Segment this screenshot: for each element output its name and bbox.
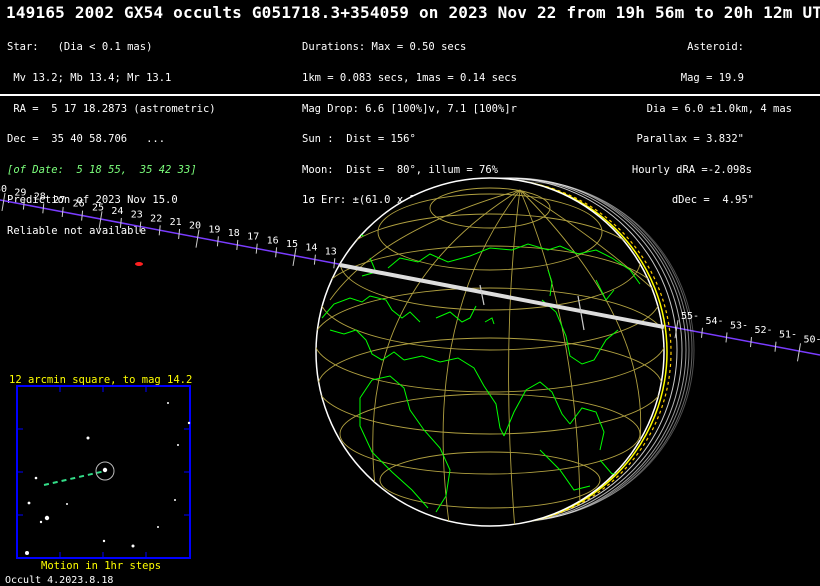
path-tick-label-right-1: 54- [706, 316, 724, 327]
path-tick-left-16 [314, 255, 315, 265]
path-tick-left-11 [217, 236, 218, 246]
star-chart-label: 12 arcmin square, to mag 14.2 [9, 374, 192, 386]
path-tick-left-17 [334, 258, 335, 268]
path-ticks-right: 55-54-53-52-51-50-49-4 [675, 311, 820, 365]
path-tick-label-left-13: 17 [247, 232, 259, 243]
star-chart-stars [25, 402, 190, 555]
path-tick-label-left-5: 25 [92, 202, 104, 213]
star-chart-frame [17, 386, 190, 558]
path-tick-label-right-3: 52- [755, 325, 773, 336]
path-tick-left-2 [43, 203, 44, 213]
path-tick-right-2 [726, 332, 727, 342]
path-tick-left-8 [159, 225, 160, 235]
path-tick-label-left-10: 20 [189, 221, 201, 232]
path-ticks-left: 30 29 28 27 26 25 24 23 22 21 20 19 18 17 16 15 14 13 [0, 184, 337, 268]
path-tick-right-3 [751, 337, 752, 347]
path-tick-label-right-2: 53- [730, 320, 748, 331]
path-tick-label-left-1: 29 [14, 188, 26, 199]
path-tick-left-10 [196, 230, 199, 248]
path-tick-left-12 [237, 240, 238, 250]
path-tick-label-left-15: 15 [286, 239, 298, 250]
path-tick-label-left-11: 19 [208, 224, 220, 235]
asteroid-marker [135, 262, 143, 266]
path-tick-label-left-4: 26 [73, 199, 85, 210]
path-tick-label-left-3: 27 [53, 195, 65, 206]
path-tick-right-5 [798, 343, 801, 361]
path-tick-left-6 [120, 218, 121, 228]
path-tick-left-15 [293, 248, 296, 266]
star-chart-frame-ticks [17, 386, 190, 558]
path-tick-label-left-12: 18 [228, 228, 240, 239]
path-tick-left-1 [23, 200, 24, 210]
path-tick-label-left-7: 23 [131, 210, 143, 221]
path-tick-left-13 [256, 244, 257, 254]
path-tick-label-left-16: 14 [305, 243, 317, 254]
path-tick-left-3 [62, 207, 63, 217]
path-tick-left-14 [276, 247, 277, 257]
path-tick-label-left-8: 22 [150, 213, 162, 224]
path-tick-right-1 [702, 328, 703, 338]
path-tick-label-left-2: 28 [34, 191, 46, 202]
path-tick-label-left-0: 30 [0, 184, 7, 195]
path-tick-left-9 [179, 229, 180, 239]
motion-label: Motion in 1hr steps [41, 560, 161, 572]
path-tick-label-left-14: 16 [267, 235, 279, 246]
path-tick-left-7 [140, 222, 141, 232]
path-tick-right-4 [775, 342, 776, 352]
path-tick-label-left-6: 24 [111, 206, 123, 217]
path-tick-label-left-9: 21 [170, 217, 182, 228]
path-tick-label-right-5: 50- [804, 334, 820, 345]
path-tick-left-4 [82, 211, 83, 221]
path-tick-label-left-17: 13 [325, 246, 337, 257]
path-tick-left-0 [2, 193, 5, 211]
software-version: Occult 4.2023.8.18 [5, 575, 113, 586]
occultation-diagram: 302928272625242322212019181716151413 55-… [0, 0, 820, 585]
path-tick-left-5 [99, 211, 102, 229]
path-tick-label-right-4: 51- [779, 330, 797, 341]
